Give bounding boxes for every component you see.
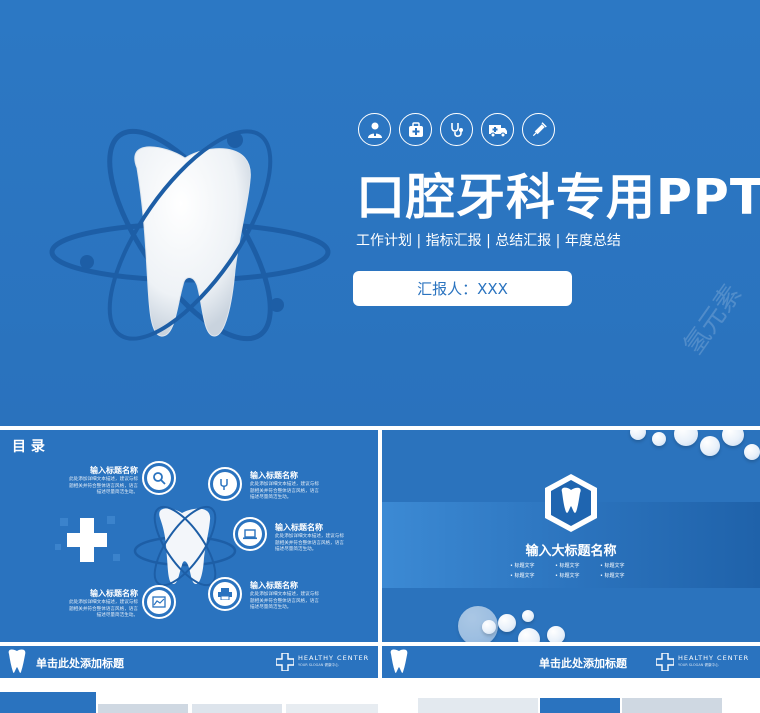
medical-cross-icon (55, 516, 120, 562)
brand-name: HEALTHY CENTER (678, 654, 750, 662)
bubble (498, 614, 516, 632)
search-icon[interactable] (142, 461, 176, 495)
medical-icon-row (358, 113, 555, 146)
content-slide-right[interactable]: 单击此处添加标题 HEALTHY CENTER YOUR SLOGAN 健康中心 (382, 646, 760, 713)
image-panel (622, 698, 722, 713)
bubble (522, 610, 534, 622)
toc-item-desc: 此处添加详细文本描述，建议与标题相关并符合整体语言风格，语言描述尽量简洁生动。 (69, 600, 138, 618)
watermark-text: 氢元素 (678, 279, 748, 361)
tooth-logo-icon (390, 649, 408, 673)
section-label: 标题文字 (600, 562, 645, 569)
section-label: 标题文字 (510, 572, 555, 579)
toc-item-desc: 此处添加详细文本描述，建议与标题相关并符合整体语言风格，语言描述尽量简洁生动。 (275, 534, 344, 552)
medical-kit-icon (399, 113, 432, 146)
toc-item-title: 输入标题名称 (250, 581, 298, 590)
bubble (518, 628, 540, 642)
slide-title[interactable]: 单击此处添加标题 (539, 655, 627, 671)
plus-icon (656, 653, 674, 671)
plus-icon (276, 653, 294, 671)
section-label: 标题文字 (510, 562, 555, 569)
tooth-icon (545, 474, 597, 532)
image-panel (540, 698, 620, 713)
content-slide-left[interactable]: 单击此处添加标题 HEALTHY CENTER YOUR SLOGAN 健康中心 (0, 646, 378, 713)
bubble (722, 430, 744, 446)
chart-icon[interactable] (142, 585, 176, 619)
tooth-logo-icon (8, 649, 26, 673)
section-labels: 标题文字 标题文字 标题文字 标题文字 标题文字 标题文字 (510, 562, 645, 579)
toc-item-desc: 此处添加详细文本描述，建议与标题相关并符合整体语言风格，语言描述尽量简洁生动。 (250, 592, 319, 610)
brand-text: HEALTHY CENTER YOUR SLOGAN 健康中心 (298, 654, 369, 668)
image-panel (0, 692, 96, 713)
brand-slogan: YOUR SLOGAN 健康中心 (678, 663, 719, 667)
bubble (547, 626, 565, 642)
toc-slide[interactable]: 目 录 输入标题名称 此处添加详细文本描述，建议与标题相关并符合整体语言风格，语… (0, 430, 378, 642)
toc-item-5[interactable]: 输入标题名称 此处添加详细文本描述，建议与标题相关并符合整体语言风格，语言描述尽… (250, 580, 320, 612)
section-slide[interactable]: 输入大标题名称 标题文字 标题文字 标题文字 标题文字 标题文字 标题文字 (382, 430, 760, 642)
printer-icon[interactable] (208, 577, 242, 611)
image-panel (192, 704, 282, 713)
slide-title[interactable]: 单击此处添加标题 (36, 655, 124, 671)
toc-item-title: 输入标题名称 (90, 466, 138, 475)
brand-slogan: YOUR SLOGAN 健康中心 (298, 663, 339, 667)
section-label: 标题文字 (600, 572, 645, 579)
syringe-icon (522, 113, 555, 146)
toc-title: 目 录 (12, 439, 45, 455)
tooth-atom-illustration (49, 128, 331, 342)
image-panel (286, 704, 378, 713)
section-label: 标题文字 (555, 572, 600, 579)
image-panel (418, 698, 538, 713)
image-panel (98, 704, 188, 713)
ambulance-icon (481, 113, 514, 146)
bubble (482, 620, 496, 634)
bubble (674, 430, 698, 446)
brand-name: HEALTHY CENTER (298, 654, 370, 662)
page-title: 口腔牙科专用PPT (356, 169, 760, 226)
toc-item-1[interactable]: 输入标题名称 此处添加详细文本描述，建议与标题相关并符合整体语言风格，语言描述尽… (68, 465, 138, 497)
bubble (630, 430, 646, 440)
bubble (744, 444, 760, 460)
toc-item-desc: 此处添加详细文本描述，建议与标题相关并符合整体语言风格，语言描述尽量简洁生动。 (69, 477, 138, 495)
laptop-icon[interactable] (233, 517, 267, 551)
toc-item-3[interactable]: 输入标题名称 此处添加详细文本描述，建议与标题相关并符合整体语言风格，语言描述尽… (275, 522, 345, 554)
brand-text: HEALTHY CENTER YOUR SLOGAN 健康中心 (678, 654, 749, 668)
section-label: 标题文字 (555, 562, 600, 569)
toc-item-title: 输入标题名称 (275, 523, 323, 532)
toc-item-title: 输入标题名称 (250, 471, 298, 480)
toc-item-title: 输入标题名称 (90, 589, 138, 598)
bubble (652, 432, 666, 446)
toc-item-2[interactable]: 输入标题名称 此处添加详细文本描述，建议与标题相关并符合整体语言风格，语言描述尽… (250, 470, 320, 502)
page-subtitle: 工作计划 | 指标汇报 | 总结汇报 | 年度总结 (356, 233, 621, 249)
title-slide[interactable]: 口腔牙科专用PPT 工作计划 | 指标汇报 | 总结汇报 | 年度总结 汇报人：… (0, 0, 760, 426)
doctor-icon (358, 113, 391, 146)
toc-item-4[interactable]: 输入标题名称 此处添加详细文本描述，建议与标题相关并符合整体语言风格，语言描述尽… (68, 588, 138, 620)
tooth-tool-icon[interactable] (208, 467, 242, 501)
section-title: 输入大标题名称 (525, 544, 617, 559)
toc-item-desc: 此处添加详细文本描述，建议与标题相关并符合整体语言风格，语言描述尽量简洁生动。 (250, 482, 319, 500)
stethoscope-icon (440, 113, 473, 146)
bubble (700, 436, 720, 456)
reporter-label[interactable]: 汇报人：XXX (353, 271, 572, 306)
